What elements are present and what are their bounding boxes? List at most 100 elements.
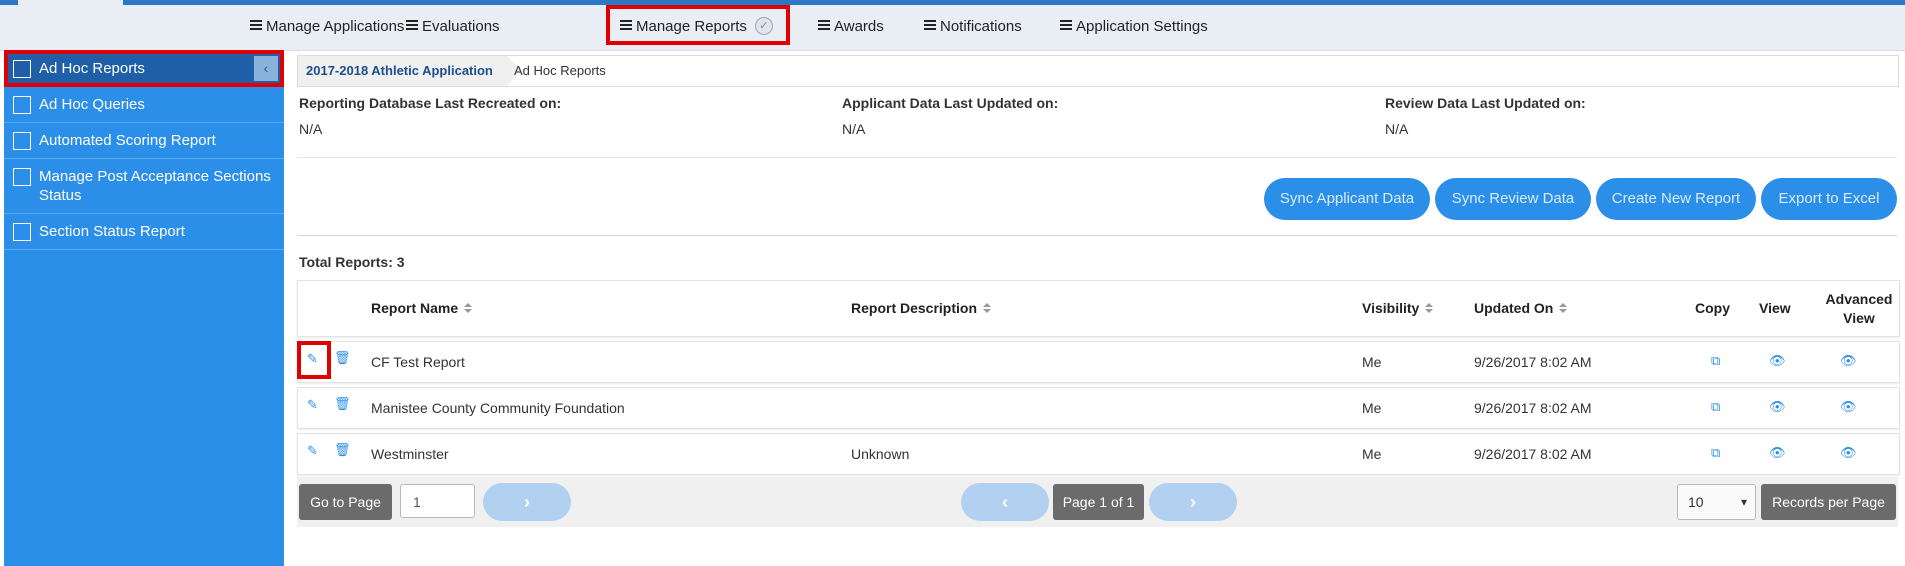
go-to-page-button[interactable]: Go to Page	[299, 484, 392, 520]
records-per-page-select[interactable]: 10 ▾	[1677, 484, 1756, 520]
nav-label: Evaluations	[422, 18, 500, 35]
sync-applicant-data-button[interactable]: Sync Applicant Data	[1264, 178, 1430, 220]
copy-icon[interactable]: ⧉	[1711, 445, 1720, 461]
report-updated-on: 9/26/2017 8:02 AM	[1474, 446, 1592, 462]
report-name: Westminster	[371, 446, 449, 462]
table-row: ✎ 🗑 CF Test Report Me 9/26/2017 8:02 AM …	[297, 341, 1900, 383]
menu-icon	[924, 20, 936, 31]
go-next-button[interactable]: ›	[483, 483, 571, 521]
nav-evaluations[interactable]: Evaluations	[406, 5, 500, 50]
column-report-description[interactable]: Report Description	[851, 300, 992, 316]
copy-icon[interactable]: ⧉	[1711, 353, 1720, 369]
table-row: ✎ 🗑 Westminster Unknown Me 9/26/2017 8:0…	[297, 433, 1900, 475]
nav-manage-applications[interactable]: Manage Applications	[250, 5, 404, 50]
status-icon	[13, 168, 31, 186]
review-data-label: Review Data Last Updated on:	[1385, 95, 1586, 111]
advanced-view-icon[interactable]: 👁	[1840, 399, 1857, 415]
nav-notifications[interactable]: Notifications	[924, 5, 1022, 50]
nav-label: Notifications	[940, 18, 1022, 35]
menu-icon	[818, 20, 830, 31]
column-label: Report Name	[371, 300, 459, 316]
column-visibility[interactable]: Visibility	[1362, 300, 1434, 316]
sitemap-icon	[13, 223, 31, 241]
nav-manage-reports[interactable]: Manage Reports ✓	[620, 5, 773, 50]
check-circle-icon: ✓	[754, 17, 773, 36]
sidebar-item-manage-post-acceptance[interactable]: Manage Post Acceptance Sections Status	[4, 159, 284, 214]
view-icon[interactable]: 👁	[1769, 353, 1786, 369]
reporting-db-value: N/A	[299, 121, 323, 137]
column-label: Updated On	[1474, 300, 1554, 316]
sidebar-item-ad-hoc-reports[interactable]: Ad Hoc Reports ‹	[4, 50, 284, 87]
menu-icon	[1060, 20, 1072, 31]
page-status: Page 1 of 1	[1053, 484, 1144, 520]
menu-icon	[250, 20, 262, 31]
report-updated-on: 9/26/2017 8:02 AM	[1474, 400, 1592, 416]
sidebar-item-section-status-report[interactable]: Section Status Report	[4, 214, 284, 250]
sort-icon	[464, 303, 473, 314]
sync-review-data-button[interactable]: Sync Review Data	[1435, 178, 1591, 220]
report-updated-on: 9/26/2017 8:02 AM	[1474, 354, 1592, 370]
page-number-input[interactable]: 1	[400, 484, 475, 518]
advanced-view-icon[interactable]: 👁	[1840, 445, 1857, 461]
sidebar: Ad Hoc Reports ‹ Ad Hoc Queries Automate…	[4, 50, 284, 566]
view-icon[interactable]: 👁	[1769, 445, 1786, 461]
column-label: View	[1843, 310, 1875, 326]
records-per-page-value: 10	[1688, 494, 1704, 510]
sidebar-item-ad-hoc-queries[interactable]: Ad Hoc Queries	[4, 87, 284, 123]
sidebar-item-label: Ad Hoc Queries	[39, 96, 145, 113]
menu-icon	[620, 20, 632, 31]
chart-icon	[13, 60, 31, 78]
applicant-data-label: Applicant Data Last Updated on:	[842, 95, 1059, 111]
pagination-bar: Go to Page 1 › ‹ Page 1 of 1 › 10 ▾ Reco…	[297, 477, 1898, 527]
table-header: Report Name Report Description Visibilit…	[297, 280, 1900, 337]
report-visibility: Me	[1362, 400, 1382, 416]
applicant-data-value: N/A	[842, 121, 866, 137]
edit-icon[interactable]: ✎	[307, 397, 318, 413]
view-icon[interactable]: 👁	[1769, 399, 1786, 415]
delete-icon[interactable]: 🗑	[334, 350, 351, 366]
total-reports: Total Reports: 3	[299, 254, 405, 270]
edit-icon[interactable]: ✎	[307, 443, 318, 459]
column-label: Advanced	[1825, 291, 1893, 307]
applicant-data-info: Applicant Data Last Updated on: N/A	[842, 95, 1058, 137]
export-to-excel-button[interactable]: Export to Excel	[1761, 178, 1897, 220]
delete-icon[interactable]: 🗑	[334, 396, 351, 412]
sidebar-item-label: Section Status Report	[39, 223, 185, 240]
sidebar-item-label: Automated Scoring Report	[39, 132, 216, 149]
column-updated-on[interactable]: Updated On	[1474, 300, 1568, 316]
nav-application-settings[interactable]: Application Settings	[1060, 5, 1208, 50]
sidebar-item-label: Ad Hoc Reports	[39, 60, 145, 77]
chevron-down-icon: ▾	[1740, 495, 1747, 509]
next-page-button[interactable]: ›	[1149, 483, 1237, 521]
column-label: Report Description	[851, 300, 978, 316]
sort-icon	[1425, 303, 1434, 314]
divider	[297, 235, 1897, 236]
collapse-sidebar-button[interactable]: ‹	[254, 56, 278, 81]
review-data-info: Review Data Last Updated on: N/A	[1385, 95, 1586, 137]
nav-awards[interactable]: Awards	[818, 5, 884, 50]
scoring-icon	[13, 132, 31, 150]
report-name: CF Test Report	[371, 354, 465, 370]
advanced-view-icon[interactable]: 👁	[1840, 353, 1857, 369]
edit-icon[interactable]: ✎	[307, 351, 318, 367]
report-visibility: Me	[1362, 446, 1382, 462]
column-copy: Copy	[1695, 300, 1730, 316]
records-per-page-button[interactable]: Records per Page	[1761, 484, 1896, 520]
review-data-value: N/A	[1385, 121, 1409, 137]
nav-label: Manage Reports	[636, 18, 747, 35]
breadcrumb-current: Ad Hoc Reports	[514, 63, 606, 78]
delete-icon[interactable]: 🗑	[334, 442, 351, 458]
breadcrumb-parent[interactable]: 2017-2018 Athletic Application	[298, 56, 522, 86]
column-report-name[interactable]: Report Name	[371, 300, 473, 316]
top-nav: Manage Applications Evaluations Manage R…	[0, 5, 1905, 51]
sidebar-item-automated-scoring-report[interactable]: Automated Scoring Report	[4, 123, 284, 159]
nav-label: Application Settings	[1076, 18, 1208, 35]
create-new-report-button[interactable]: Create New Report	[1596, 178, 1756, 220]
previous-page-button[interactable]: ‹	[961, 483, 1049, 521]
column-advanced-view: Advanced View	[1824, 291, 1894, 326]
sidebar-item-label: Manage Post Acceptance Sections Status	[39, 168, 271, 204]
copy-icon[interactable]: ⧉	[1711, 399, 1720, 415]
sort-icon	[1559, 303, 1568, 314]
query-icon	[13, 96, 31, 114]
nav-label: Manage Applications	[266, 18, 405, 35]
